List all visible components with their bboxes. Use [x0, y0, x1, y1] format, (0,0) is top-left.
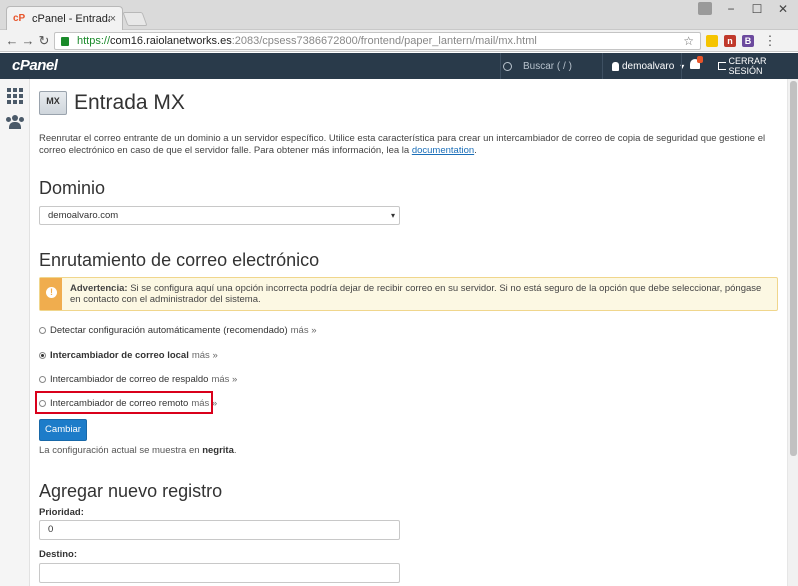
radio-label: Detectar configuración automáticamente (… — [50, 325, 288, 336]
notifications-bell-icon[interactable] — [690, 56, 703, 72]
destination-input[interactable] — [39, 563, 400, 583]
destination-label: Destino: — [39, 549, 77, 560]
cpanel-top-nav: cPanel Buscar ( / ) demoalvaro ▾ CERRAR … — [0, 53, 798, 79]
warning-title: Advertencia: — [70, 283, 128, 294]
radio-option-local[interactable]: Intercambiador de correo local más » — [39, 350, 218, 361]
browser-tab-bar: cP cPanel - Entrada MX × − ☐ ✕ — [0, 0, 798, 30]
extension-icon-2[interactable]: n — [724, 35, 736, 47]
logout-label: CERRAR SESIÓN — [728, 56, 767, 76]
radio-button[interactable] — [39, 376, 46, 383]
page-scrollbar[interactable] — [787, 79, 798, 586]
radio-option-backup[interactable]: Intercambiador de correo de respaldo más… — [39, 374, 237, 385]
user-menu[interactable]: demoalvaro ▾ — [612, 53, 684, 79]
address-bar: ← → ↻ https:// com16.raiolanetworks.es :… — [0, 30, 798, 52]
extension-icon-3[interactable]: B — [742, 35, 754, 47]
priority-label: Prioridad: — [39, 507, 84, 518]
radio-label: Intercambiador de correo de respaldo — [50, 374, 209, 385]
user-icon — [612, 61, 619, 71]
sidebar — [0, 79, 30, 586]
logout-icon — [718, 62, 726, 70]
search-input[interactable]: Buscar ( / ) — [503, 53, 598, 79]
intro-text: Reenrutar el correo entrante de un domin… — [39, 133, 766, 156]
domain-select-value: demoalvaro.com — [48, 210, 119, 221]
change-button[interactable]: Cambiar — [39, 419, 87, 441]
back-icon[interactable]: ← — [4, 33, 20, 49]
warning-alert: ! Advertencia: Si se configura aquí una … — [39, 277, 778, 311]
notification-badge — [697, 56, 703, 63]
lock-icon — [61, 36, 69, 46]
red-highlight-box — [35, 391, 213, 414]
logout-button[interactable]: CERRAR SESIÓN — [718, 53, 798, 79]
current-setting-note: La configuración actual se muestra en ne… — [39, 445, 237, 456]
warning-text: Si se configura aquí una opción incorrec… — [70, 283, 762, 305]
home-grid-icon[interactable] — [7, 88, 23, 104]
new-tab-button[interactable] — [122, 12, 148, 26]
tab-title: cPanel - Entrada MX — [32, 12, 110, 25]
page-header: MX Entrada MX — [39, 88, 185, 118]
radio-option-auto[interactable]: Detectar configuración automáticamente (… — [39, 325, 317, 336]
chevron-down-icon: ▾ — [390, 211, 395, 220]
close-window-icon[interactable]: ✕ — [770, 0, 796, 18]
radio-button-checked[interactable] — [39, 352, 46, 359]
nav-divider — [681, 53, 682, 79]
profile-icon[interactable] — [698, 2, 712, 15]
cpanel-favicon-icon: cP — [13, 12, 26, 24]
user-manager-icon[interactable] — [6, 115, 24, 131]
bookmark-star-icon[interactable]: ☆ — [683, 34, 694, 48]
minimize-icon[interactable]: − — [718, 0, 744, 18]
mx-envelope-icon: MX — [39, 91, 67, 115]
radio-button[interactable] — [39, 327, 46, 334]
routing-heading: Enrutamiento de correo electrónico — [39, 250, 320, 270]
more-link[interactable]: más » — [192, 350, 218, 361]
tab-close-icon[interactable]: × — [110, 13, 116, 25]
nav-divider — [500, 53, 501, 79]
page-title: Entrada MX — [74, 91, 185, 114]
search-placeholder: Buscar ( / ) — [523, 60, 572, 72]
more-link[interactable]: más » — [211, 374, 237, 385]
url-path: :2083/cpsess7386672800/frontend/paper_la… — [231, 35, 537, 47]
url-scheme: https:// — [77, 35, 111, 47]
nav-divider — [602, 53, 603, 79]
domain-select[interactable]: demoalvaro.com ▾ — [39, 206, 400, 225]
reload-icon[interactable]: ↻ — [36, 33, 52, 49]
url-field[interactable]: https:// com16.raiolanetworks.es :2083/c… — [54, 32, 701, 50]
more-link[interactable]: más » — [291, 325, 317, 336]
domain-heading: Dominio — [39, 178, 106, 198]
priority-input[interactable]: 0 — [39, 520, 400, 540]
extension-icon-1[interactable] — [706, 35, 718, 47]
url-host: com16.raiolanetworks.es — [110, 35, 232, 47]
browser-tab[interactable]: cP cPanel - Entrada MX × — [6, 6, 123, 30]
username: demoalvaro — [622, 60, 675, 72]
browser-menu-icon[interactable]: ⋮ — [762, 33, 778, 49]
warning-icon: ! — [46, 287, 57, 298]
cpanel-logo[interactable]: cPanel — [12, 57, 58, 74]
forward-icon[interactable]: → — [20, 33, 36, 49]
scrollbar-thumb[interactable] — [790, 81, 797, 456]
search-icon — [503, 61, 512, 71]
maximize-icon[interactable]: ☐ — [744, 0, 770, 18]
documentation-link[interactable]: documentation — [412, 145, 474, 156]
radio-label-current: Intercambiador de correo local — [50, 350, 189, 361]
add-record-heading: Agregar nuevo registro — [39, 481, 223, 501]
